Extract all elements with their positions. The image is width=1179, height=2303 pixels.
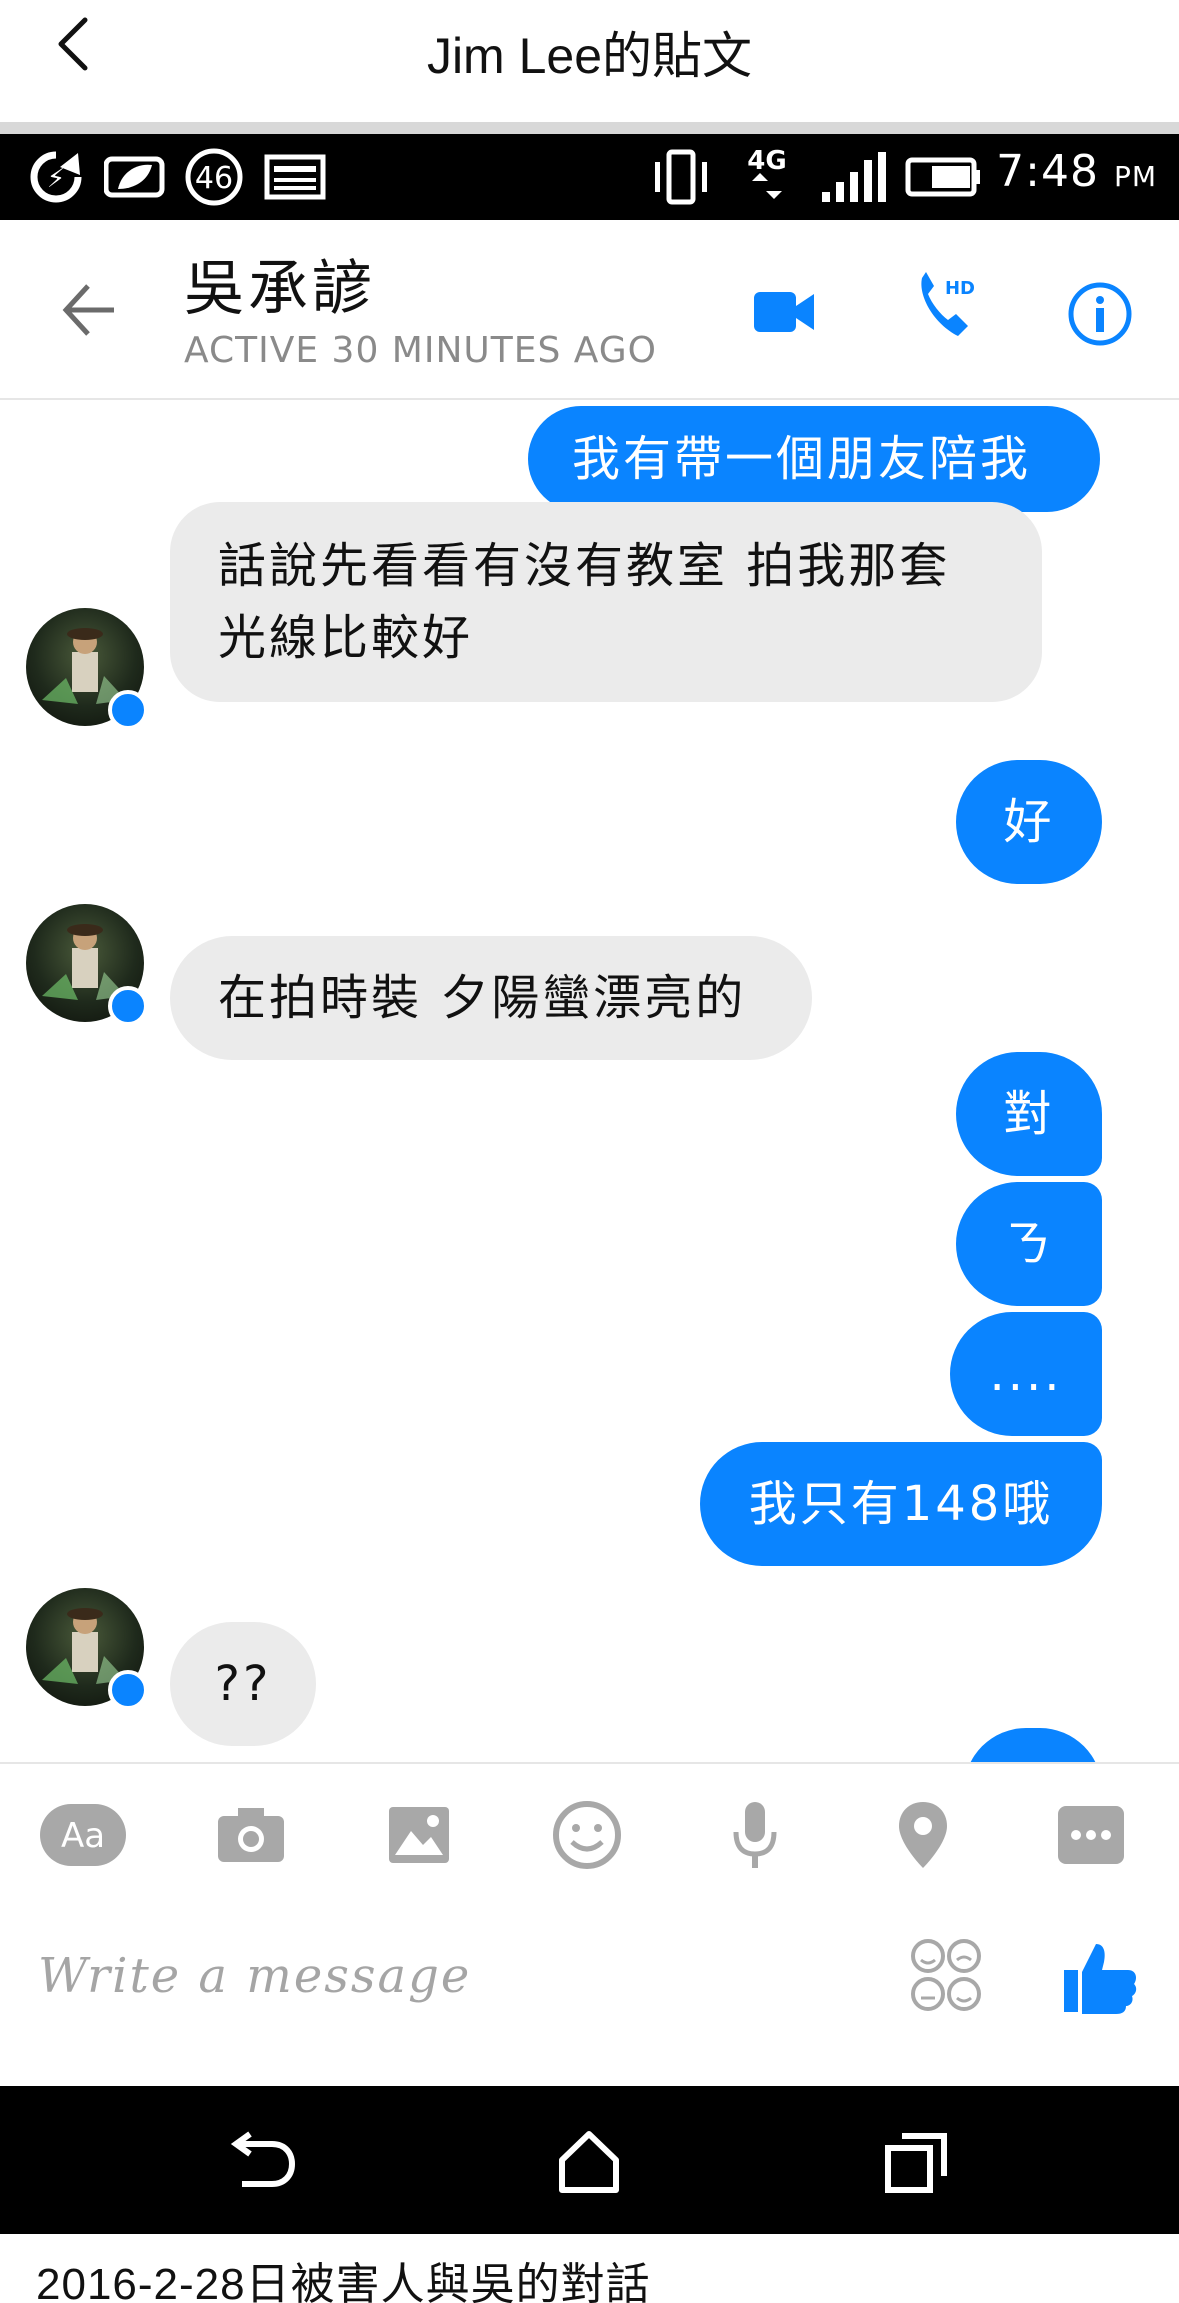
post-title: Jim Lee的貼文: [426, 28, 753, 84]
post-header: Jim Lee的貼文: [0, 0, 1179, 120]
message-bubble-outgoing[interactable]: 好: [956, 760, 1102, 884]
text-format-button[interactable]: Aa: [40, 1800, 126, 1870]
signal-icon: [818, 148, 888, 206]
sync-icon: ⚡: [24, 148, 88, 206]
video-call-icon[interactable]: [752, 284, 816, 340]
message-bubble-incoming[interactable]: 在拍時裝 夕陽蠻漂亮的: [170, 936, 812, 1060]
svg-text:Aa: Aa: [61, 1816, 105, 1856]
message-bubble-outgoing[interactable]: 我有帶一個朋友陪我: [528, 406, 1100, 512]
message-bubble-outgoing[interactable]: ㄋ: [956, 1182, 1102, 1306]
microphone-icon[interactable]: [712, 1800, 798, 1870]
message-bubble-outgoing[interactable]: 對: [956, 1052, 1102, 1176]
notification-count-badge: 46: [180, 148, 248, 206]
recent-apps-icon[interactable]: [882, 2130, 952, 2194]
image-icon: [262, 148, 328, 206]
vibrate-icon: [648, 148, 714, 206]
svg-text:4G: 4G: [747, 146, 786, 176]
hd-voice-call-icon[interactable]: HD: [912, 266, 982, 346]
more-options-icon[interactable]: [1048, 1800, 1134, 1870]
message-list[interactable]: 我有帶一個朋友陪我 話說先看看有沒有教室 拍我那套 光線比較好 好 在拍時裝 夕…: [0, 402, 1179, 1762]
post-caption: 2016-2-28日被害人與吳的對話: [36, 2260, 651, 2303]
avatar[interactable]: [22, 1584, 152, 1714]
messenger-badge-icon: [108, 986, 148, 1026]
camera-icon[interactable]: [208, 1800, 294, 1870]
emoji-icon[interactable]: [544, 1800, 630, 1870]
messenger-badge-icon: [108, 690, 148, 730]
contact-name: 吳承諺: [184, 254, 376, 324]
location-pin-icon[interactable]: [880, 1800, 966, 1870]
message-bubble-outgoing[interactable]: 我只有148哦: [700, 1442, 1102, 1566]
svg-text:HD: HD: [945, 278, 975, 299]
back-arrow-icon[interactable]: [60, 280, 120, 340]
messenger-screenshot: ⚡ 46 4G 7:48 PM 吳承諺 ACTIVE 30 MINUTES AG…: [0, 134, 1179, 2234]
battery-saver-icon: [104, 148, 168, 206]
home-nav-icon[interactable]: [554, 2130, 624, 2194]
status-bar: ⚡ 46 4G 7:48 PM: [0, 134, 1179, 220]
battery-icon: [904, 148, 984, 206]
active-status: ACTIVE 30 MINUTES AGO: [184, 330, 658, 371]
message-input[interactable]: Write a message: [38, 1948, 471, 2004]
status-time: 7:48 PM: [996, 146, 1157, 197]
message-composer: Write a message: [0, 1902, 1179, 2086]
gallery-icon[interactable]: [376, 1800, 462, 1870]
message-bubble-outgoing-partial[interactable]: [964, 1728, 1102, 1762]
svg-text:⚡: ⚡: [47, 164, 65, 194]
avatar[interactable]: [22, 900, 152, 1030]
message-bubble-incoming[interactable]: ??: [170, 1622, 316, 1746]
thumbs-up-icon[interactable]: [1062, 1940, 1138, 2016]
messenger-badge-icon: [108, 1670, 148, 1710]
system-nav-bar: [0, 2086, 1179, 2234]
svg-text:46: 46: [195, 161, 233, 196]
info-icon[interactable]: [1066, 280, 1134, 348]
divider: [0, 122, 1179, 134]
network-4g-icon: 4G: [740, 146, 794, 206]
message-bubble-incoming[interactable]: 話說先看看有沒有教室 拍我那套 光線比較好: [170, 502, 1042, 702]
back-nav-icon[interactable]: [226, 2130, 296, 2194]
composer-toolbar: Aa: [0, 1762, 1179, 1902]
stickers-icon[interactable]: [910, 1938, 982, 2014]
message-bubble-outgoing[interactable]: ....: [950, 1312, 1102, 1436]
chat-header: 吳承諺 ACTIVE 30 MINUTES AGO HD: [0, 220, 1179, 400]
avatar[interactable]: [22, 604, 152, 734]
